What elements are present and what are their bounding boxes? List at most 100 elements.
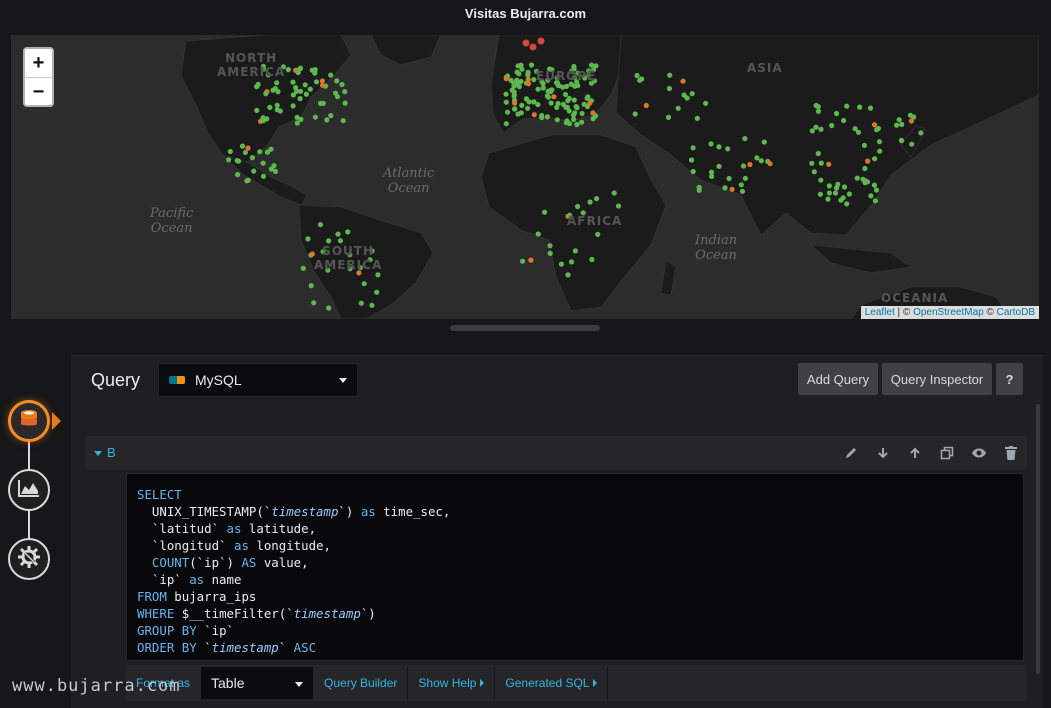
visit-marker[interactable] <box>871 122 878 128</box>
visit-marker[interactable] <box>872 198 879 204</box>
visit-marker[interactable] <box>696 187 702 193</box>
visit-marker[interactable] <box>528 62 535 68</box>
visit-marker[interactable] <box>535 231 541 237</box>
generated-sql-button[interactable]: Generated SQL <box>495 666 609 700</box>
visit-marker[interactable] <box>342 100 348 106</box>
visit-marker[interactable] <box>908 118 915 124</box>
visit-marker[interactable] <box>639 76 645 82</box>
visit-marker[interactable] <box>811 169 817 175</box>
visit-marker[interactable] <box>747 161 753 168</box>
visit-marker[interactable] <box>809 128 815 134</box>
visit-marker[interactable] <box>317 222 324 228</box>
visit-marker[interactable] <box>558 261 565 267</box>
visit-marker[interactable] <box>588 62 595 68</box>
visit-marker[interactable] <box>244 178 250 184</box>
visit-marker[interactable] <box>572 110 578 116</box>
visit-marker[interactable] <box>503 91 509 97</box>
visit-marker[interactable] <box>690 145 696 151</box>
visit-marker[interactable] <box>754 155 760 161</box>
visit-marker[interactable] <box>742 175 749 181</box>
visit-marker[interactable] <box>539 114 545 121</box>
visit-marker[interactable] <box>611 190 617 196</box>
visit-marker[interactable] <box>868 193 874 199</box>
visit-marker[interactable] <box>251 168 257 174</box>
visit-marker[interactable] <box>239 143 246 149</box>
visit-marker[interactable] <box>826 190 833 196</box>
visit-marker[interactable] <box>235 172 241 178</box>
visit-marker[interactable] <box>568 259 575 265</box>
visit-marker[interactable] <box>590 116 596 122</box>
visit-marker[interactable] <box>826 161 832 167</box>
visit-marker[interactable] <box>877 148 883 154</box>
visit-marker[interactable] <box>525 105 531 111</box>
arrow-down-icon[interactable] <box>867 436 899 470</box>
visit-marker[interactable] <box>274 80 280 86</box>
visit-marker[interactable] <box>525 72 531 78</box>
visit-marker[interactable] <box>865 158 871 164</box>
visit-marker[interactable] <box>260 160 266 166</box>
visit-marker[interactable] <box>308 283 314 289</box>
visit-marker[interactable] <box>257 149 263 155</box>
visit-marker[interactable] <box>342 89 348 95</box>
visit-marker[interactable] <box>589 256 595 263</box>
visit-marker[interactable] <box>374 289 380 295</box>
visit-marker[interactable] <box>564 118 570 124</box>
visit-marker[interactable] <box>740 163 747 169</box>
visit-marker[interactable] <box>703 100 709 106</box>
visit-marker[interactable] <box>560 101 566 107</box>
visit-marker[interactable] <box>537 37 545 45</box>
visit-marker[interactable] <box>571 116 577 122</box>
visit-marker[interactable] <box>285 67 291 73</box>
visit-marker[interactable] <box>326 238 332 244</box>
visit-marker[interactable] <box>738 182 744 188</box>
visit-marker[interactable] <box>540 85 546 91</box>
visualization-tab[interactable] <box>8 469 50 511</box>
visit-marker[interactable] <box>742 136 748 142</box>
visit-marker[interactable] <box>267 104 273 110</box>
visit-marker[interactable] <box>594 196 600 202</box>
visit-marker[interactable] <box>867 105 874 111</box>
visit-marker[interactable] <box>503 99 509 105</box>
visit-marker[interactable] <box>525 81 532 87</box>
visit-marker[interactable] <box>375 272 381 278</box>
visit-marker[interactable] <box>254 84 260 90</box>
visit-marker[interactable] <box>761 139 767 145</box>
visit-marker[interactable] <box>300 265 306 271</box>
visit-marker[interactable] <box>815 150 821 157</box>
visit-marker[interactable] <box>290 79 296 85</box>
visit-marker[interactable] <box>544 114 551 120</box>
visit-marker[interactable] <box>587 100 593 106</box>
visit-marker[interactable] <box>294 120 300 126</box>
visit-marker[interactable] <box>587 199 593 205</box>
visit-marker[interactable] <box>815 104 821 110</box>
visit-marker[interactable] <box>572 248 579 254</box>
visit-marker[interactable] <box>634 72 640 79</box>
visit-marker[interactable] <box>572 83 578 89</box>
visit-marker[interactable] <box>857 104 863 110</box>
visit-marker[interactable] <box>361 281 367 287</box>
visit-marker[interactable] <box>844 201 850 207</box>
visit-marker[interactable] <box>335 231 341 237</box>
visit-marker[interactable] <box>547 250 553 256</box>
help-button[interactable]: ? <box>996 363 1023 395</box>
show-help-button[interactable]: Show Help <box>408 666 496 700</box>
visit-marker[interactable] <box>899 138 905 144</box>
visit-marker[interactable] <box>535 101 541 108</box>
query-builder-button[interactable]: Query Builder <box>314 666 409 700</box>
visit-marker[interactable] <box>326 305 332 311</box>
sql-code-editor[interactable]: SELECT UNIX_TIMESTAMP(`timestamp`) as ti… <box>126 473 1024 661</box>
visit-marker[interactable] <box>545 94 552 100</box>
visit-marker[interactable] <box>584 95 590 101</box>
visit-marker[interactable] <box>689 91 695 97</box>
visit-marker[interactable] <box>565 98 571 104</box>
visit-marker[interactable] <box>726 175 732 182</box>
visit-marker[interactable] <box>873 187 880 193</box>
visit-marker[interactable] <box>767 161 773 167</box>
visit-marker[interactable] <box>226 157 232 163</box>
duplicate-icon[interactable] <box>931 436 963 470</box>
visit-marker[interactable] <box>339 81 345 88</box>
datasource-picker[interactable]: MySQL <box>158 363 358 397</box>
visit-marker[interactable] <box>862 180 868 186</box>
visit-marker[interactable] <box>528 257 534 263</box>
visit-marker[interactable] <box>290 92 296 98</box>
